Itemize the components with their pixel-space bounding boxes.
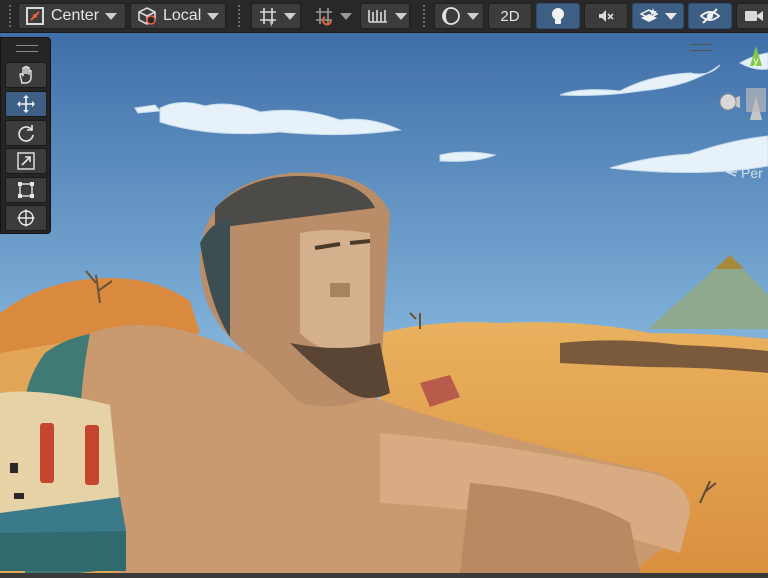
local-cube-icon (137, 6, 157, 26)
pivot-rotation-label: Local (163, 7, 202, 24)
pivot-mode-label: Center (51, 7, 100, 24)
scene-viewport[interactable] (0, 33, 768, 573)
chevron-down-icon (395, 12, 407, 20)
lightbulb-icon (548, 6, 568, 26)
camera-icon (743, 6, 765, 26)
move-tool-button[interactable] (5, 91, 47, 117)
hand-tool-button[interactable] (5, 62, 47, 88)
ruler-icon (367, 6, 389, 26)
rotate-icon (16, 123, 36, 143)
toggle-2d-label: 2D (500, 7, 520, 25)
shading-sphere-icon (441, 6, 461, 26)
increment-snapping-dropdown[interactable] (360, 3, 410, 29)
svg-text:y: y (269, 18, 274, 26)
scene-audio-toggle[interactable] (584, 3, 628, 29)
transform-tool-button[interactable] (5, 205, 47, 231)
scene-toolbar: Center Local y 2D (0, 0, 768, 33)
scene-render (0, 33, 768, 573)
grid-snapping-dropdown[interactable] (307, 3, 355, 29)
projection-toggle[interactable]: Per (724, 165, 763, 181)
scene-camera-dropdown[interactable] (736, 3, 768, 29)
grid-icon: y (258, 6, 278, 26)
hand-icon (16, 65, 36, 85)
svg-text:y: y (753, 56, 759, 67)
rect-tool-button[interactable] (5, 177, 47, 203)
rotate-tool-button[interactable] (5, 120, 47, 146)
perspective-chevron-icon (724, 165, 738, 181)
effects-layers-icon (639, 6, 659, 26)
orientation-gizmo[interactable]: y (716, 42, 768, 182)
scene-lighting-toggle[interactable] (536, 3, 580, 29)
chevron-down-icon (105, 12, 118, 20)
projection-label: Per (741, 165, 763, 181)
toggle-2d-button[interactable]: 2D (488, 3, 532, 29)
viewport-menu-handle[interactable] (690, 44, 712, 51)
chevron-down-icon (665, 12, 677, 20)
transform-icon (16, 208, 36, 228)
pivot-rotation-dropdown[interactable]: Local (130, 3, 226, 29)
audio-muted-icon (596, 6, 616, 26)
overlay-drag-handle[interactable] (16, 45, 38, 52)
pivot-mode-dropdown[interactable]: Center (18, 3, 126, 29)
chevron-down-icon (340, 12, 352, 20)
grid-visibility-dropdown[interactable]: y (251, 3, 301, 29)
chevron-down-icon (284, 12, 296, 20)
grid-snap-icon (314, 6, 334, 26)
scene-visibility-toggle[interactable] (688, 3, 732, 29)
scale-icon (16, 151, 36, 171)
scale-tool-button[interactable] (5, 148, 47, 174)
move-arrows-icon (16, 94, 36, 114)
effects-dropdown[interactable] (632, 3, 684, 29)
chevron-down-icon (467, 12, 479, 20)
pivot-center-icon (25, 6, 45, 26)
draw-mode-dropdown[interactable] (434, 3, 484, 29)
tools-overlay (0, 37, 51, 234)
chevron-down-icon (207, 12, 220, 20)
rect-transform-icon (16, 180, 36, 200)
hidden-eye-icon (699, 6, 721, 26)
